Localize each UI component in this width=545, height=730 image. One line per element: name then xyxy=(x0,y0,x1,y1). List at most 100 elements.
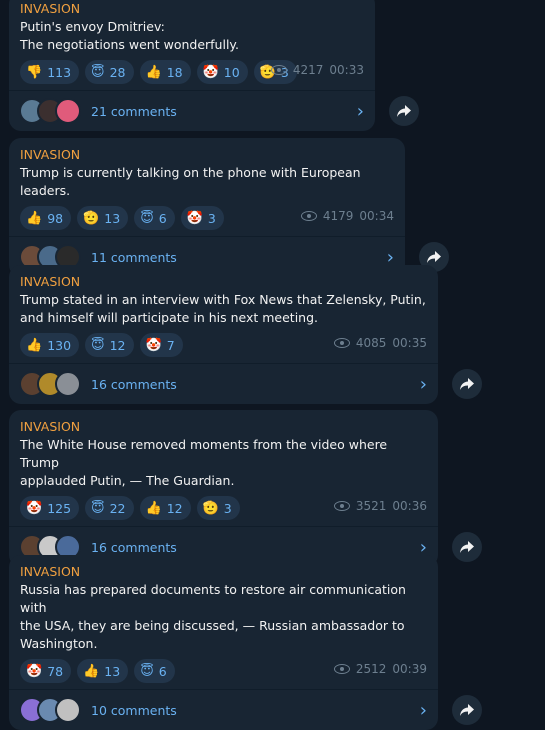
view-count: 3521 xyxy=(355,499,387,513)
reaction-count: 98 xyxy=(47,210,64,226)
reaction-count: 13 xyxy=(104,210,121,226)
channel-post[interactable]: INVASION The White House removed moments … xyxy=(9,410,438,567)
reaction-chip[interactable]: 👍 130 xyxy=(20,333,80,357)
post-body: INVASION Putin's envoy Dmitriev: The negot… xyxy=(9,0,375,84)
share-icon xyxy=(427,251,441,263)
channel-name[interactable]: INVASION xyxy=(20,418,427,436)
channel-name[interactable]: INVASION xyxy=(20,563,427,581)
reaction-chip[interactable]: 👍 18 xyxy=(139,60,191,84)
reaction-chip[interactable]: 😇 22 xyxy=(85,496,134,520)
reaction-count: 22 xyxy=(109,500,126,516)
reaction-chip[interactable]: 🤡 78 xyxy=(20,659,72,683)
view-count: 4085 xyxy=(355,336,387,350)
reaction-emoji-icon: 😇 xyxy=(91,500,105,516)
reaction-chip[interactable]: 😇 6 xyxy=(134,659,175,683)
view-count: 2512 xyxy=(355,662,387,676)
commenter-avatars xyxy=(19,697,81,723)
reaction-chip[interactable]: 😇 12 xyxy=(85,333,134,357)
reaction-emoji-icon: 🤡 xyxy=(26,663,43,679)
post-text-line: Putin's envoy Dmitriev: xyxy=(20,19,165,34)
reaction-count: 6 xyxy=(158,663,167,679)
reaction-emoji-icon: 👍 xyxy=(26,210,43,226)
reaction-count: 78 xyxy=(47,663,64,679)
chevron-right-icon: › xyxy=(419,699,427,721)
post-text-line: and himself will participate in his next… xyxy=(20,310,319,325)
reaction-count: 125 xyxy=(47,500,72,516)
comments-button[interactable]: 21 comments › xyxy=(9,90,375,131)
reaction-count: 12 xyxy=(166,500,183,516)
channel-post[interactable]: INVASION Russia has prepared documents to… xyxy=(9,555,438,730)
share-button[interactable] xyxy=(452,532,482,562)
channel-post[interactable]: INVASION Putin's envoy Dmitriev: The negot… xyxy=(9,0,375,131)
reaction-row: 🤡 78 👍 13 😇 6 2512 00:39 xyxy=(20,659,427,683)
share-icon xyxy=(460,541,474,553)
post-body: INVASION Trump stated in an interview wit… xyxy=(9,265,438,357)
post-text-line: Russia has prepared documents to restore… xyxy=(20,582,406,615)
comments-button[interactable]: 10 comments › xyxy=(9,689,438,730)
reaction-chip[interactable]: 🤡 125 xyxy=(20,496,80,520)
eye-icon xyxy=(333,338,350,348)
reaction-count: 13 xyxy=(104,663,121,679)
post-meta: 4085 00:35 xyxy=(333,336,427,350)
post-text-line: The negotiations went wonderfully. xyxy=(20,37,240,52)
reaction-chip[interactable]: 👍 98 xyxy=(20,206,72,230)
view-count: 4179 xyxy=(322,209,354,223)
channel-name[interactable]: INVASION xyxy=(20,273,427,291)
commenter-avatars xyxy=(19,371,81,397)
reaction-row: 🤡 125 😇 22 👍 12 🫡 3 3521 00:36 xyxy=(20,496,427,520)
reaction-emoji-icon: 🤡 xyxy=(26,500,43,516)
avatar xyxy=(55,697,81,723)
reaction-chip[interactable]: 🤡 10 xyxy=(196,60,248,84)
channel-name[interactable]: INVASION xyxy=(20,0,364,18)
reaction-chip[interactable]: 😇 28 xyxy=(85,60,134,84)
reaction-count: 28 xyxy=(109,64,126,80)
reaction-chip[interactable]: 👎 113 xyxy=(20,60,80,84)
chevron-right-icon: › xyxy=(356,100,364,122)
comments-count-label: 10 comments xyxy=(91,702,177,718)
post-text-line: Trump is currently talking on the phone … xyxy=(20,165,361,198)
view-count: 4217 xyxy=(292,63,324,77)
reaction-emoji-icon: 🤡 xyxy=(186,210,203,226)
share-button[interactable] xyxy=(389,96,419,126)
post-text-line: Trump stated in an interview with Fox Ne… xyxy=(20,292,426,307)
reaction-chip[interactable]: 😇 6 xyxy=(134,206,175,230)
reaction-count: 12 xyxy=(109,337,126,353)
avatar xyxy=(55,98,81,124)
comments-count-label: 16 comments xyxy=(91,376,177,392)
reaction-emoji-icon: 🫡 xyxy=(202,500,219,516)
share-button[interactable] xyxy=(452,695,482,725)
eye-icon xyxy=(300,211,317,221)
post-time: 00:39 xyxy=(392,662,427,676)
reaction-chip[interactable]: 👍 12 xyxy=(139,496,191,520)
reaction-count: 3 xyxy=(207,210,216,226)
share-button[interactable] xyxy=(452,369,482,399)
reaction-emoji-icon: 👍 xyxy=(26,337,43,353)
post-time: 00:35 xyxy=(392,336,427,350)
reaction-row: 👍 130 😇 12 🤡 7 4085 00:35 xyxy=(20,333,427,357)
reaction-emoji-icon: 👍 xyxy=(145,500,162,516)
comments-button[interactable]: 16 comments › xyxy=(9,363,438,404)
post-text-line: Washington. xyxy=(20,636,98,651)
reaction-emoji-icon: 🫡 xyxy=(83,210,100,226)
reaction-chip[interactable]: 🤡 3 xyxy=(180,206,224,230)
reaction-count: 6 xyxy=(158,210,167,226)
eye-icon xyxy=(333,501,350,511)
reaction-count: 113 xyxy=(47,64,72,80)
reaction-count: 3 xyxy=(223,500,232,516)
reaction-count: 7 xyxy=(166,337,175,353)
channel-post[interactable]: INVASION Trump is currently talking on th… xyxy=(9,138,405,277)
share-icon xyxy=(460,704,474,716)
channel-name[interactable]: INVASION xyxy=(20,146,394,164)
post-text-line: the USA, they are being discussed, — Rus… xyxy=(20,618,405,633)
reaction-chip[interactable]: 🤡 7 xyxy=(139,333,183,357)
reaction-emoji-icon: 👎 xyxy=(26,64,43,80)
channel-post[interactable]: INVASION Trump stated in an interview wit… xyxy=(9,265,438,404)
reaction-chip[interactable]: 🫡 3 xyxy=(196,496,240,520)
reaction-row: 👎 113 😇 28 👍 18 🤡 10 🫡 3 4217 00:33 xyxy=(20,60,364,84)
eye-icon xyxy=(333,664,350,674)
share-icon xyxy=(460,378,474,390)
reaction-chip[interactable]: 👍 13 xyxy=(77,659,129,683)
post-meta: 4217 00:33 xyxy=(270,63,364,77)
post-meta: 3521 00:36 xyxy=(333,499,427,513)
reaction-chip[interactable]: 🫡 13 xyxy=(77,206,129,230)
